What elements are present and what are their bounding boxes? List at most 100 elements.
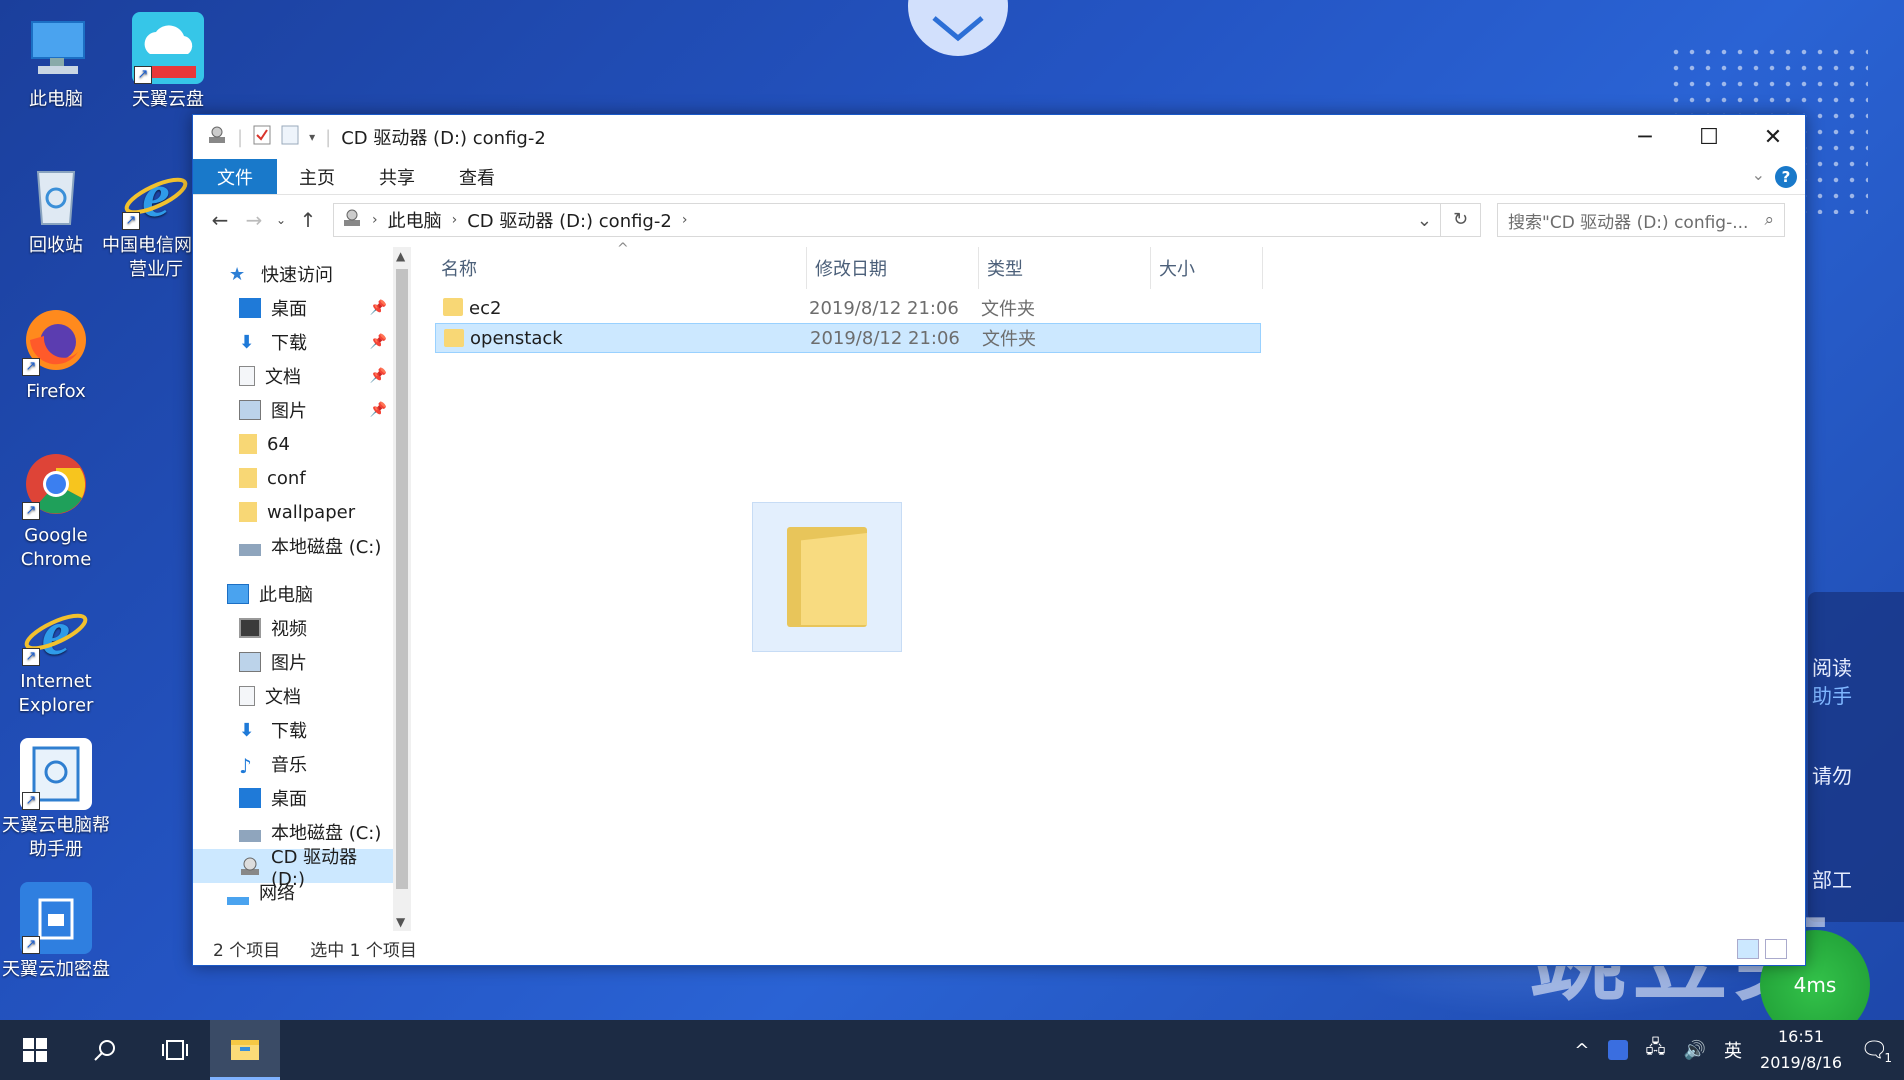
search-icon[interactable]: ⌕ xyxy=(1764,210,1774,230)
nav-label: 下载 xyxy=(271,333,307,354)
table-row[interactable]: openstack 2019/8/12 21:06 文件夹 xyxy=(435,323,1261,353)
maximize-button[interactable]: ☐ xyxy=(1677,115,1741,159)
internet-explorer-icon: e ↗ xyxy=(120,158,192,230)
column-header-modified[interactable]: 修改日期 xyxy=(807,247,979,289)
breadcrumb-separator[interactable]: › xyxy=(682,212,688,228)
clock-time: 16:51 xyxy=(1777,1027,1825,1046)
up-button[interactable]: ↑ xyxy=(291,208,325,232)
expand-ribbon-icon[interactable]: ⌄ xyxy=(1752,165,1765,184)
nav-item-wallpaper[interactable]: wallpaper xyxy=(193,495,393,529)
breadcrumb-separator[interactable]: › xyxy=(372,212,378,228)
clock-date: 2019/8/16 xyxy=(1760,1053,1843,1072)
nav-item-downloads-pc[interactable]: ⬇ 下载 xyxy=(193,713,393,747)
customize-quick-access-icon[interactable]: ▾ xyxy=(309,130,315,144)
desktop-icon-ie[interactable]: e ↗ Internet Explorer xyxy=(0,594,112,718)
minimize-button[interactable]: ─ xyxy=(1613,115,1677,159)
notification-count: 1 xyxy=(1884,1050,1892,1065)
forward-button[interactable]: → xyxy=(237,208,271,232)
file-name: ec2 xyxy=(469,297,502,319)
desktop-icon-firefox[interactable]: ↗ Firefox xyxy=(0,304,112,404)
start-button[interactable] xyxy=(0,1020,70,1080)
refresh-icon[interactable]: ↻ xyxy=(1440,204,1480,236)
drive-icon xyxy=(207,125,227,150)
nav-quick-access[interactable]: ★ 快速访问 xyxy=(193,257,393,291)
volume-icon[interactable]: 🔊 xyxy=(1684,1040,1706,1061)
table-row[interactable]: ec2 2019/8/12 21:06 文件夹 xyxy=(435,293,1261,323)
tab-view[interactable]: 查看 xyxy=(437,159,517,194)
breadcrumb-separator[interactable]: › xyxy=(452,212,458,228)
tab-file[interactable]: 文件 xyxy=(193,159,277,194)
desktop-icon-this-pc[interactable]: 此电脑 xyxy=(0,12,112,112)
clock[interactable]: 16:51 2019/8/16 xyxy=(1760,1024,1842,1076)
hard-drive-icon xyxy=(239,822,261,842)
desktop-icon-recycle-bin[interactable]: 回收站 xyxy=(0,158,112,258)
address-dropdown-icon[interactable]: ⌄ xyxy=(1417,210,1432,231)
nav-item-cd-drive-d[interactable]: CD 驱动器 (D:) xyxy=(193,847,393,890)
column-header-type[interactable]: 类型 xyxy=(979,247,1151,289)
picture-icon xyxy=(239,400,261,420)
desktop-icon-tianyi-cloud[interactable]: ↗ 天翼云盘 xyxy=(112,12,224,112)
nav-item-downloads[interactable]: ⬇ 下载 📌 xyxy=(193,325,393,359)
back-button[interactable]: ← xyxy=(203,208,237,232)
shortcut-arrow-icon: ↗ xyxy=(22,502,40,520)
search-button[interactable] xyxy=(70,1020,140,1080)
close-button[interactable]: ✕ xyxy=(1741,115,1805,159)
help-icon[interactable]: ? xyxy=(1775,166,1797,188)
address-bar[interactable]: › 此电脑 › CD 驱动器 (D:) config-2 › ⌄ ↻ xyxy=(333,203,1481,237)
nav-item-pictures[interactable]: 图片 📌 xyxy=(193,393,393,427)
folder-icon xyxy=(443,298,463,316)
nav-item-videos[interactable]: 视频 xyxy=(193,611,393,645)
notification-icon[interactable]: 🗨 1 xyxy=(1860,1038,1892,1065)
desktop-icon-help-manual[interactable]: ↗ 天翼云电脑帮助手册 xyxy=(0,738,112,862)
nav-item-documents[interactable]: 文档 📌 xyxy=(193,359,393,393)
nav-this-pc[interactable]: 此电脑 xyxy=(193,577,393,611)
pin-icon[interactable]: 📌 xyxy=(370,368,387,384)
nav-item-conf[interactable]: conf xyxy=(193,461,393,495)
nav-item-pictures-pc[interactable]: 图片 xyxy=(193,645,393,679)
item-count: 2 个项目 xyxy=(213,940,281,961)
nav-item-64[interactable]: 64 xyxy=(193,427,393,461)
help-manual-icon: ↗ xyxy=(20,738,92,810)
nav-item-music[interactable]: ♪ 音乐 xyxy=(193,747,393,781)
nav-network[interactable]: 网络 xyxy=(193,883,393,905)
navigation-scrollbar[interactable]: ▲ ▼ xyxy=(393,247,411,931)
scroll-down-icon[interactable]: ▼ xyxy=(396,915,405,929)
scroll-up-icon[interactable]: ▲ xyxy=(396,249,405,263)
side-panel-text: 请勿 xyxy=(1812,764,1852,788)
pin-icon[interactable]: 📌 xyxy=(370,402,387,418)
nav-item-documents-pc[interactable]: 文档 xyxy=(193,679,393,713)
pin-icon[interactable]: 📌 xyxy=(370,300,387,316)
show-hidden-icons-icon[interactable]: ^ xyxy=(1574,1040,1589,1061)
document-icon xyxy=(239,366,255,386)
breadcrumb-this-pc[interactable]: 此电脑 xyxy=(388,207,442,233)
tab-share[interactable]: 共享 xyxy=(357,159,437,194)
column-header-size[interactable]: 大小 xyxy=(1151,247,1263,289)
task-view-button[interactable] xyxy=(140,1020,210,1080)
folder-icon xyxy=(239,468,257,488)
nav-item-desktop-pc[interactable]: 桌面 xyxy=(193,781,393,815)
properties-icon[interactable] xyxy=(253,125,271,150)
pin-icon[interactable]: 📌 xyxy=(370,334,387,350)
new-folder-icon[interactable] xyxy=(281,125,299,150)
ime-indicator[interactable]: 英 xyxy=(1724,1037,1742,1063)
shortcut-arrow-icon: ↗ xyxy=(22,358,40,376)
file-explorer-taskbar-button[interactable] xyxy=(210,1020,280,1080)
search-input[interactable]: 搜索"CD 驱动器 (D:) config-... ⌕ xyxy=(1497,203,1785,237)
reading-assistant-panel[interactable]: 阅读 助手 请勿 部工 xyxy=(1808,592,1904,922)
breadcrumb-current[interactable]: CD 驱动器 (D:) config-2 xyxy=(467,207,672,233)
search-icon xyxy=(94,1040,115,1061)
large-icons-view-icon[interactable] xyxy=(1765,939,1787,959)
column-header-name[interactable]: 名称 ^ xyxy=(433,241,807,289)
desktop-icon-chrome[interactable]: ↗ Google Chrome xyxy=(0,448,112,572)
details-view-icon[interactable] xyxy=(1737,939,1759,959)
tab-home[interactable]: 主页 xyxy=(277,159,357,194)
network-icon[interactable]: 🖧 xyxy=(1646,1035,1666,1065)
chevron-down-icon[interactable] xyxy=(908,0,1008,56)
desktop-icon-encrypted-disk[interactable]: ↗ 天翼云加密盘 xyxy=(0,882,112,982)
nav-item-desktop[interactable]: 桌面 📌 xyxy=(193,291,393,325)
scrollbar-thumb[interactable] xyxy=(396,269,408,889)
recent-locations-button[interactable]: ⌄ xyxy=(271,213,291,227)
nav-label: 视频 xyxy=(271,619,307,640)
app-tray-icon[interactable] xyxy=(1607,1040,1628,1060)
nav-item-local-disk-c[interactable]: 本地磁盘 (C:) xyxy=(193,529,393,563)
